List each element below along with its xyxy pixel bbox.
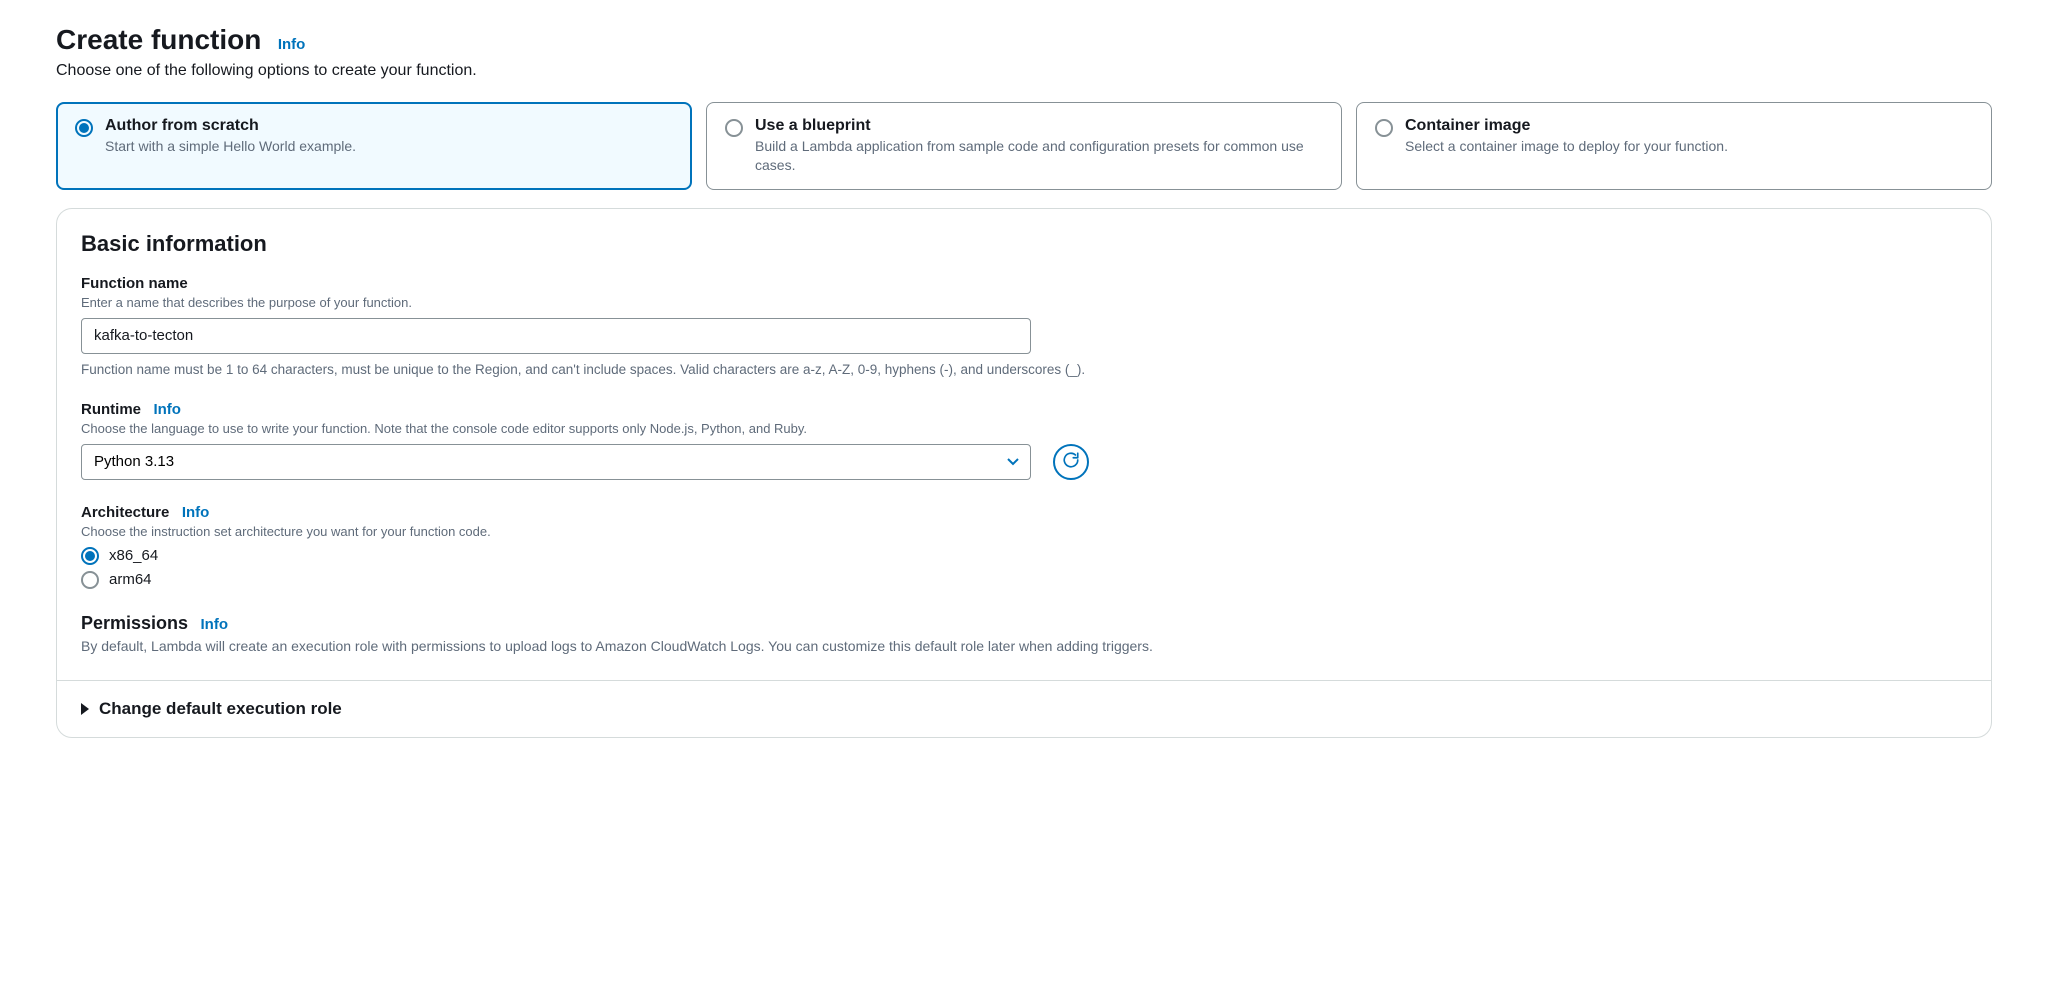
option-container-image[interactable]: Container image Select a container image…: [1356, 102, 1992, 190]
option-desc: Start with a simple Hello World example.: [105, 137, 356, 156]
architecture-arm64[interactable]: arm64: [81, 571, 1967, 589]
expander-title: Change default execution role: [99, 699, 342, 719]
option-title: Author from scratch: [105, 117, 356, 135]
radio-label: arm64: [109, 571, 152, 588]
radio-icon: [1375, 119, 1393, 137]
architecture-label: Architecture: [81, 504, 169, 521]
page-title: Create function: [56, 24, 261, 56]
permissions-title: Permissions: [81, 613, 188, 634]
runtime-hint: Choose the language to use to write your…: [81, 421, 1967, 436]
function-name-input[interactable]: [81, 318, 1031, 354]
option-title: Use a blueprint: [755, 117, 1323, 135]
runtime-select[interactable]: Python 3.13: [81, 444, 1031, 480]
architecture-field: Architecture Info Choose the instruction…: [81, 504, 1967, 589]
radio-icon: [75, 119, 93, 137]
creation-options: Author from scratch Start with a simple …: [56, 102, 1992, 190]
refresh-icon: [1062, 451, 1080, 472]
header-info-link[interactable]: Info: [278, 36, 306, 53]
function-name-field: Function name Enter a name that describe…: [81, 275, 1967, 377]
page-subtitle: Choose one of the following options to c…: [56, 62, 1992, 80]
option-desc: Build a Lambda application from sample c…: [755, 137, 1323, 175]
runtime-info-link[interactable]: Info: [153, 401, 181, 418]
permissions-info-link[interactable]: Info: [201, 616, 229, 633]
caret-right-icon: [81, 703, 89, 715]
function-name-help: Function name must be 1 to 64 characters…: [81, 362, 1967, 377]
change-execution-role-expander[interactable]: Change default execution role: [57, 680, 1991, 737]
runtime-field: Runtime Info Choose the language to use …: [81, 401, 1967, 480]
architecture-hint: Choose the instruction set architecture …: [81, 524, 1967, 539]
radio-label: x86_64: [109, 547, 158, 564]
page-header: Create function Info Choose one of the f…: [56, 24, 1992, 80]
basic-information-panel: Basic information Function name Enter a …: [56, 208, 1992, 738]
permissions-desc: By default, Lambda will create an execut…: [81, 638, 1967, 654]
architecture-x86-64[interactable]: x86_64: [81, 547, 1967, 565]
radio-icon: [725, 119, 743, 137]
radio-icon: [81, 547, 99, 565]
radio-icon: [81, 571, 99, 589]
function-name-label: Function name: [81, 275, 188, 292]
architecture-info-link[interactable]: Info: [182, 504, 210, 521]
function-name-hint: Enter a name that describes the purpose …: [81, 295, 1967, 310]
option-author-from-scratch[interactable]: Author from scratch Start with a simple …: [56, 102, 692, 190]
option-title: Container image: [1405, 117, 1728, 135]
runtime-label: Runtime: [81, 401, 141, 418]
section-title: Basic information: [81, 231, 1967, 257]
option-use-blueprint[interactable]: Use a blueprint Build a Lambda applicati…: [706, 102, 1342, 190]
refresh-runtime-button[interactable]: [1053, 444, 1089, 480]
runtime-value: Python 3.13: [94, 453, 174, 470]
permissions-section: Permissions Info By default, Lambda will…: [81, 613, 1967, 654]
option-desc: Select a container image to deploy for y…: [1405, 137, 1728, 156]
